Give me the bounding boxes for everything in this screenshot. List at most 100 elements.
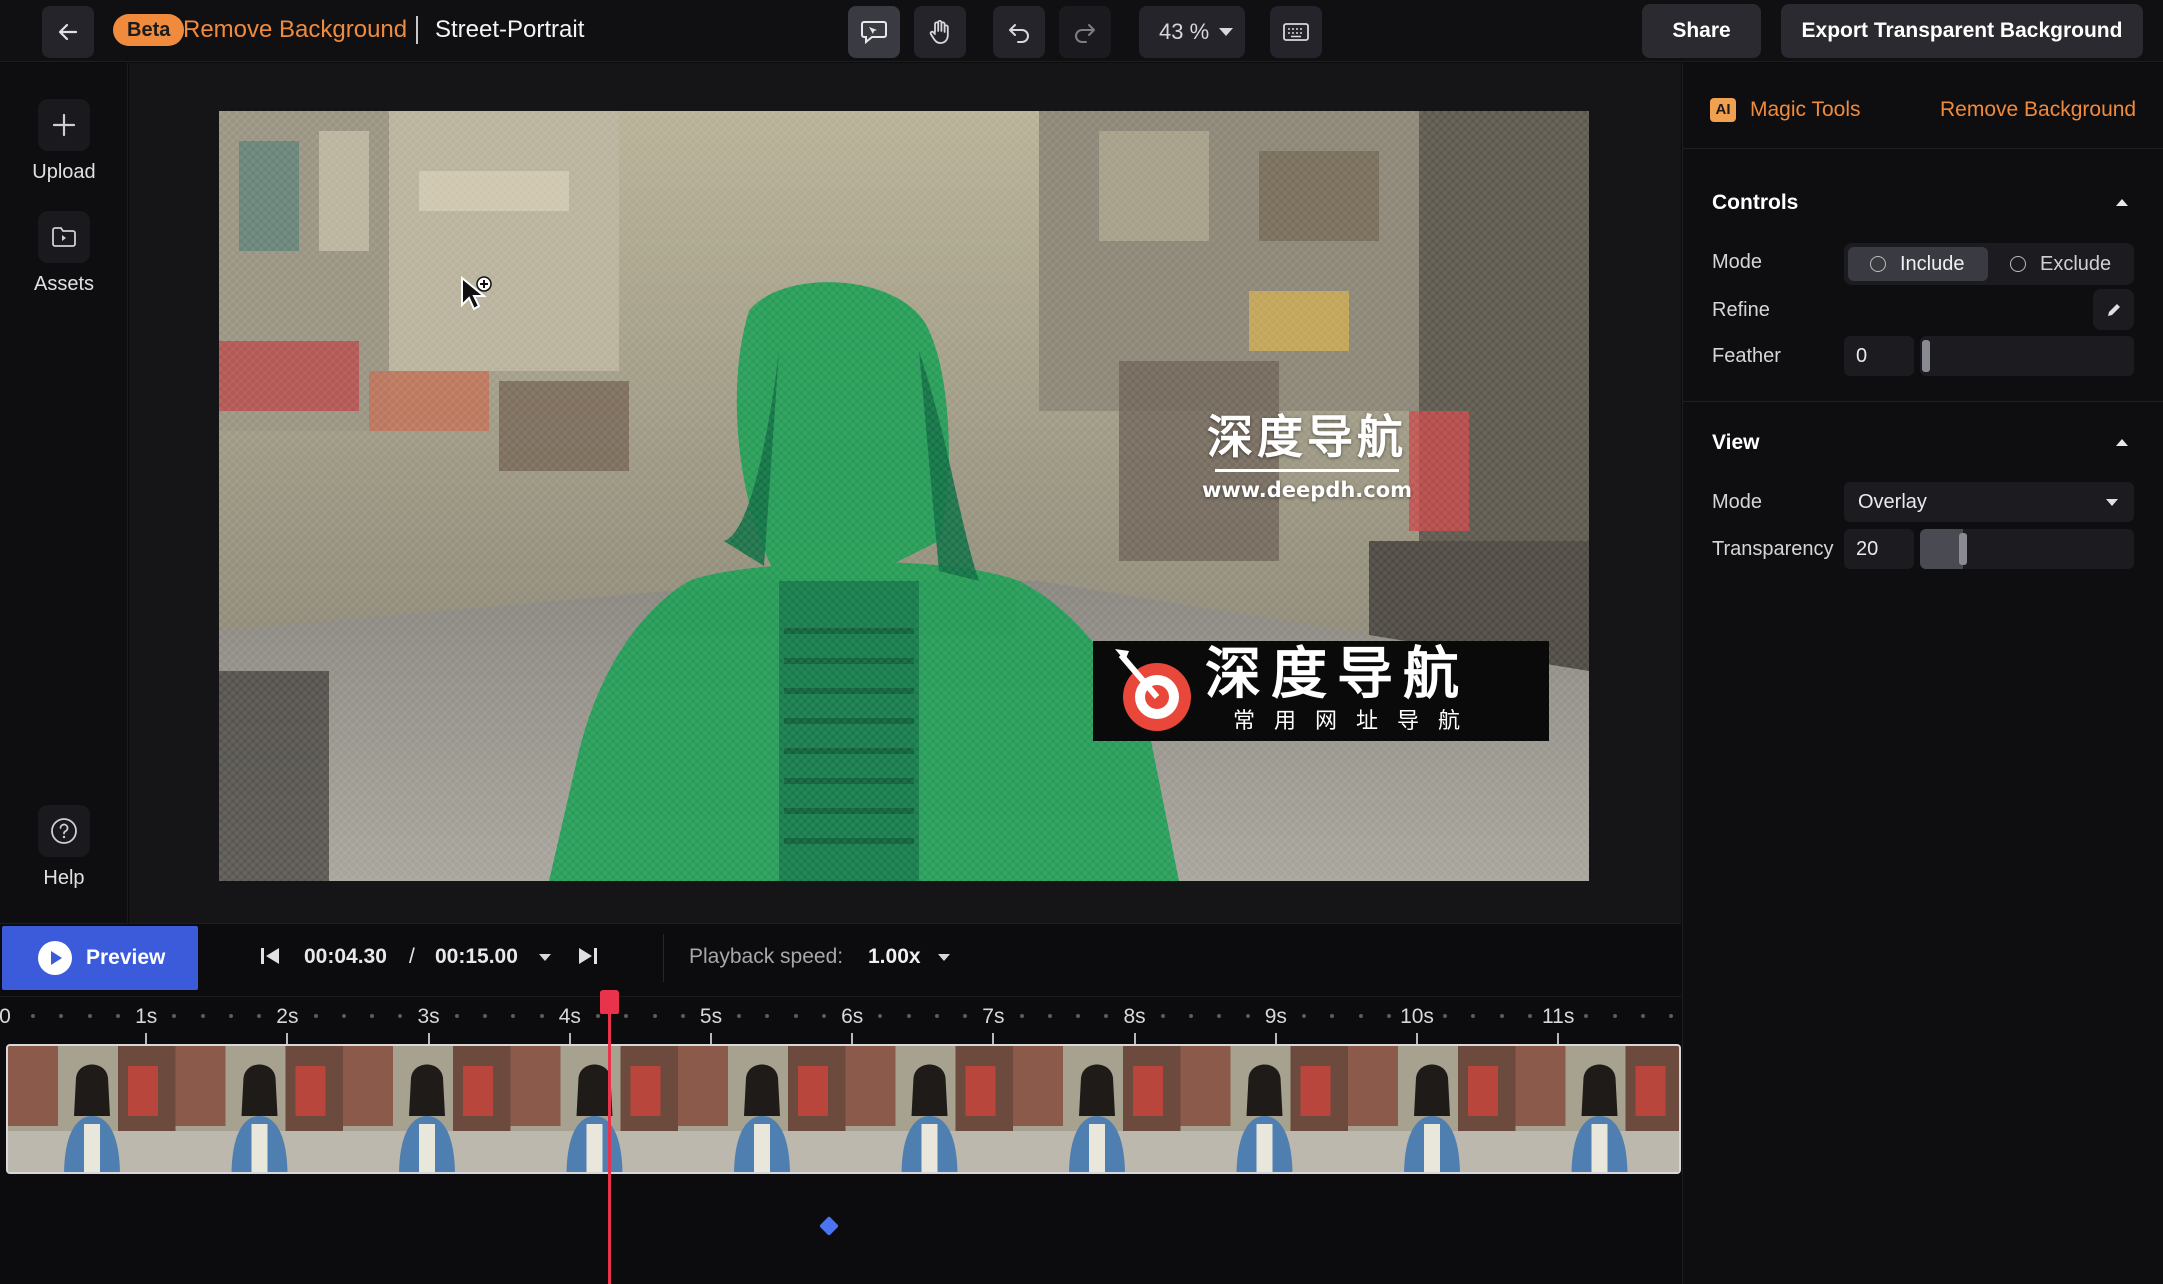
- ruler-minor-tick: [737, 1014, 742, 1018]
- tab-magic-tools[interactable]: Magic Tools: [1750, 95, 1861, 125]
- ruler-minor-tick: [228, 1014, 233, 1018]
- ruler-minor-tick: [1640, 1014, 1645, 1018]
- chevron-down-icon[interactable]: [539, 954, 551, 961]
- film-frame: [1515, 1046, 1679, 1172]
- beta-badge: Beta: [113, 14, 185, 46]
- canvas-area[interactable]: 深度导航 www.deepdh.com 深度导航 常 用 网 址 导 航: [129, 63, 1681, 923]
- refine-button[interactable]: [2093, 289, 2134, 330]
- playhead-line[interactable]: [608, 996, 611, 1284]
- ruler-label: 10s: [1400, 1005, 1434, 1028]
- exclude-label: Exclude: [2040, 253, 2112, 275]
- view-mode-value: Overlay: [1858, 491, 1927, 513]
- ruler-minor-tick: [680, 1014, 685, 1018]
- back-button[interactable]: [42, 6, 94, 58]
- hand-tool-button[interactable]: [914, 6, 966, 58]
- ruler-minor-tick: [341, 1014, 346, 1018]
- select-comment-icon: [861, 21, 887, 45]
- ruler-minor-tick: [1217, 1014, 1222, 1018]
- watermark-underline: [1215, 469, 1399, 472]
- chevron-up-icon[interactable]: [2116, 199, 2128, 206]
- tool-title[interactable]: Remove Background: [183, 14, 407, 46]
- include-cursor-icon: [461, 275, 492, 311]
- ruler-minor-tick: [1527, 1014, 1532, 1018]
- ruler-minor-tick: [313, 1014, 318, 1018]
- help-icon: [38, 805, 90, 857]
- view-section-title[interactable]: View: [1712, 431, 1759, 455]
- upload-button[interactable]: Upload: [0, 99, 128, 184]
- transparency-input[interactable]: 20: [1844, 529, 1914, 569]
- ruler-minor-tick: [1584, 1014, 1589, 1018]
- project-name[interactable]: Street-Portrait: [435, 14, 584, 46]
- help-button[interactable]: Help: [0, 805, 128, 890]
- redo-button[interactable]: [1059, 6, 1111, 58]
- ruler-minor-tick: [624, 1014, 629, 1018]
- ruler-label: 5s: [699, 1005, 723, 1028]
- undo-button[interactable]: [993, 6, 1045, 58]
- upload-label: Upload: [32, 161, 96, 183]
- ruler-minor-tick: [1471, 1014, 1476, 1018]
- chevron-up-icon[interactable]: [2116, 439, 2128, 446]
- ruler-minor-tick: [483, 1014, 488, 1018]
- ruler-label: 0: [0, 1005, 11, 1028]
- video-filmstrip[interactable]: [6, 1044, 1681, 1174]
- ruler-minor-tick: [1443, 1014, 1448, 1018]
- ruler-minor-tick: [1612, 1014, 1617, 1018]
- assets-button[interactable]: Assets: [0, 211, 128, 296]
- view-mode-label: Mode: [1712, 491, 1763, 513]
- playback-speed-value[interactable]: 1.00x: [868, 942, 921, 972]
- include-label: Include: [1900, 253, 1965, 275]
- logo-subtitle: 常 用 网 址 导 航: [1233, 709, 1466, 734]
- playhead-handle[interactable]: [600, 990, 619, 1014]
- transparency-slider-thumb[interactable]: [1958, 533, 1967, 565]
- keyboard-shortcuts-button[interactable]: [1270, 6, 1322, 58]
- play-icon: [38, 941, 72, 975]
- hand-icon: [929, 20, 949, 44]
- export-transparent-background-button[interactable]: Export Transparent Background: [1781, 4, 2143, 58]
- keyframe-marker[interactable]: [819, 1216, 839, 1236]
- filmstrip-thumbnails: [8, 1046, 1679, 1172]
- preview-button[interactable]: Preview: [2, 926, 198, 990]
- controls-section-title[interactable]: Controls: [1712, 191, 1798, 215]
- transparency-slider[interactable]: [1920, 529, 2134, 569]
- chevron-down-icon: [1219, 28, 1233, 36]
- ruler-minor-tick: [59, 1014, 64, 1018]
- ruler-minor-tick: [934, 1014, 939, 1018]
- skip-to-start-icon[interactable]: [258, 944, 282, 968]
- ruler-minor-tick: [115, 1014, 120, 1018]
- ruler-minor-tick: [454, 1014, 459, 1018]
- ruler-minor-tick: [652, 1014, 657, 1018]
- panel-header: AI Magic Tools Remove Background: [1683, 63, 2163, 149]
- transparency-label: Transparency: [1712, 538, 1834, 560]
- feather-input[interactable]: 0: [1844, 336, 1914, 376]
- include-button[interactable]: Include: [1848, 247, 1988, 281]
- ruler-minor-tick: [1160, 1014, 1165, 1018]
- assets-label: Assets: [33, 273, 95, 295]
- skip-to-end-icon[interactable]: [576, 944, 600, 968]
- ruler-minor-tick: [539, 1014, 544, 1018]
- ruler-minor-tick: [1302, 1014, 1307, 1018]
- current-time[interactable]: 00:04.30: [304, 942, 387, 972]
- ruler-minor-tick: [1076, 1014, 1081, 1018]
- film-frame: [1013, 1046, 1181, 1172]
- plus-circle-icon: [1870, 256, 1886, 272]
- chevron-down-icon[interactable]: [938, 954, 950, 961]
- tab-remove-background[interactable]: Remove Background: [1940, 95, 2136, 125]
- select-tool-button[interactable]: [848, 6, 900, 58]
- folder-icon: [38, 211, 90, 263]
- ruler-label: 8s: [1123, 1005, 1146, 1028]
- film-frame: [845, 1046, 1014, 1172]
- share-button[interactable]: Share: [1642, 4, 1761, 58]
- zoom-dropdown[interactable]: 43 %: [1139, 6, 1245, 58]
- ruler-minor-tick: [87, 1014, 92, 1018]
- ruler-minor-tick: [1358, 1014, 1363, 1018]
- ruler-minor-tick: [793, 1014, 798, 1018]
- view-mode-dropdown[interactable]: Overlay: [1844, 482, 2134, 522]
- video-preview[interactable]: 深度导航 www.deepdh.com 深度导航 常 用 网 址 导 航: [219, 111, 1589, 881]
- undo-icon: [1009, 24, 1029, 43]
- feather-slider-thumb[interactable]: [1922, 340, 1930, 372]
- feather-slider[interactable]: [1920, 336, 2134, 376]
- total-duration[interactable]: 00:15.00: [435, 942, 518, 972]
- exclude-button[interactable]: Exclude: [1992, 247, 2130, 281]
- target-icon: [1115, 649, 1191, 731]
- ruler-minor-tick: [1499, 1014, 1504, 1018]
